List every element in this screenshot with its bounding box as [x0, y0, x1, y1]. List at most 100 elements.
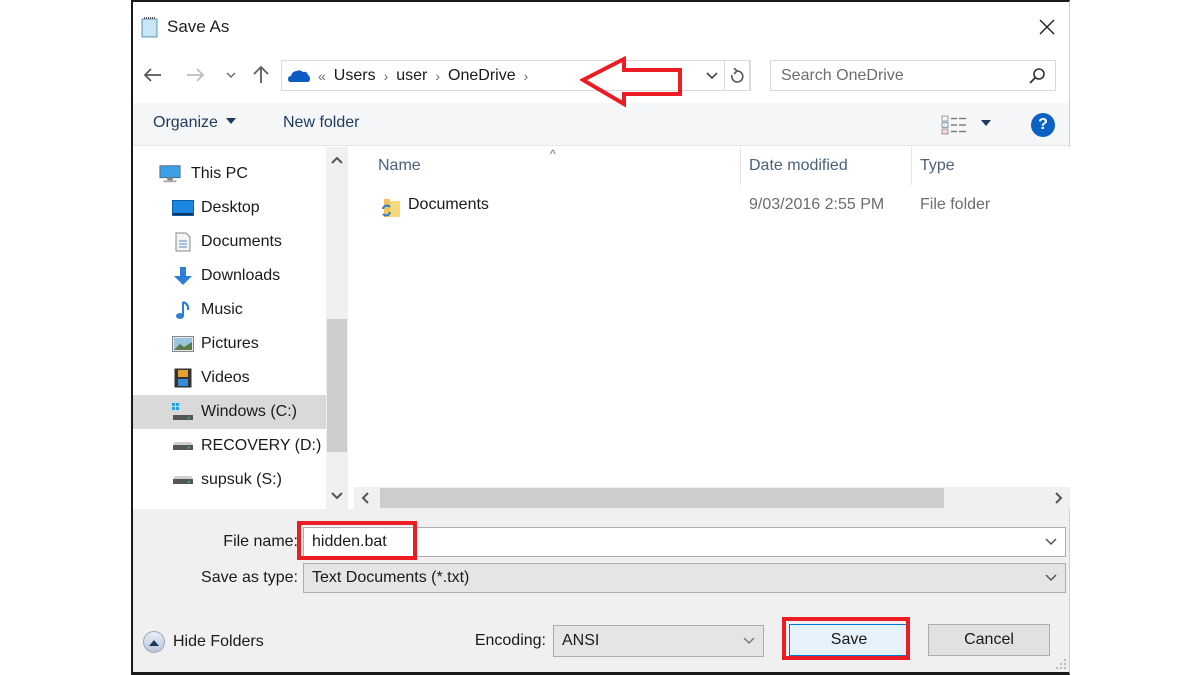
file-list-horizontal-scrollbar[interactable]: [354, 487, 1070, 509]
encoding-dropdown[interactable]: [741, 633, 757, 649]
nav-item-label: Pictures: [201, 335, 259, 352]
onedrive-cloud-icon: [288, 69, 310, 82]
nav-item-this-pc[interactable]: This PC: [133, 157, 326, 191]
address-history-dropdown[interactable]: [701, 60, 723, 91]
breadcrumb-user[interactable]: user: [396, 67, 427, 85]
nav-item-label: Videos: [201, 369, 250, 386]
nav-item-label: Downloads: [201, 267, 281, 284]
onedrive-sync-folder-icon: [382, 199, 400, 217]
nav-item-pictures[interactable]: Pictures: [133, 327, 326, 361]
scroll-right-button[interactable]: [1048, 487, 1070, 509]
arrow-right-icon: [187, 68, 204, 82]
scroll-thumb[interactable]: [327, 319, 347, 452]
computer-icon: [159, 164, 181, 184]
breadcrumb-separator[interactable]: ›: [435, 68, 440, 84]
file-name-field[interactable]: hidden.bat: [303, 527, 1066, 557]
arrow-up-icon: [253, 66, 269, 83]
nav-item-recovery-d[interactable]: RECOVERY (D:): [133, 429, 326, 463]
nav-item-label: This PC: [191, 165, 248, 182]
search-box[interactable]: [770, 60, 1056, 91]
nav-item-documents[interactable]: Documents: [133, 225, 326, 259]
back-button[interactable]: [141, 63, 165, 87]
downloads-icon: [172, 266, 194, 286]
refresh-button[interactable]: [724, 60, 750, 91]
details-view-icon: [941, 115, 966, 135]
refresh-icon: [731, 67, 744, 83]
sort-ascending-icon: ^: [550, 147, 556, 161]
nav-item-videos[interactable]: Videos: [133, 361, 326, 395]
breadcrumb-onedrive[interactable]: OneDrive: [448, 67, 516, 85]
save-options-pane: File name: hidden.bat Save as type: Text…: [133, 509, 1069, 672]
scroll-down-button[interactable]: [326, 485, 348, 507]
navigation-bar: « Users › user › OneDrive ›: [133, 57, 1069, 95]
file-list: ^ Name Date modified Type Documents 9/03…: [354, 147, 1070, 487]
nav-item-label: Desktop: [201, 199, 260, 216]
drive-icon: [172, 436, 194, 456]
save-as-type-value: Text Documents (*.txt): [312, 569, 470, 586]
file-row[interactable]: Documents 9/03/2016 2:55 PM File folder: [354, 193, 1070, 219]
breadcrumb-users[interactable]: Users: [334, 67, 376, 85]
search-input[interactable]: [781, 66, 1011, 85]
command-bar: Organize New folder ?: [133, 103, 1069, 146]
resize-grip-icon[interactable]: [1055, 658, 1067, 670]
save-as-dialog: Save As « Users › user › OneDrive › Sear…: [131, 0, 1070, 675]
file-name-value[interactable]: hidden.bat: [312, 533, 387, 551]
save-button[interactable]: Save: [789, 624, 909, 656]
music-icon: [172, 300, 194, 320]
address-bar[interactable]: « Users › user › OneDrive ›: [281, 60, 751, 91]
hide-folders-label: Hide Folders: [173, 633, 264, 650]
windows-drive-icon: [172, 402, 194, 422]
column-header-name[interactable]: Name: [378, 147, 421, 185]
breadcrumb-separator[interactable]: ›: [524, 68, 529, 84]
encoding-label: Encoding:: [474, 632, 546, 649]
up-button[interactable]: [249, 63, 273, 87]
arrow-left-icon: [144, 68, 161, 82]
nav-item-downloads[interactable]: Downloads: [133, 259, 326, 293]
organize-button[interactable]: Organize: [153, 114, 236, 132]
close-button[interactable]: [1029, 10, 1065, 44]
recent-locations-button[interactable]: [219, 63, 243, 87]
nav-item-supsuk-s[interactable]: supsuk (S:): [133, 463, 326, 497]
file-type: File folder: [920, 196, 991, 213]
forward-button[interactable]: [183, 63, 207, 87]
column-divider[interactable]: [740, 147, 741, 185]
chevron-down-icon: [743, 637, 755, 645]
nav-item-desktop[interactable]: Desktop: [133, 191, 326, 225]
help-button[interactable]: ?: [1031, 113, 1055, 137]
title-bar: Save As: [133, 2, 1069, 52]
encoding-value: ANSI: [562, 632, 600, 649]
chevron-left-icon: [361, 492, 369, 504]
file-name-label: File name:: [223, 533, 298, 550]
nav-item-label: Music: [201, 301, 243, 318]
navigation-pane-scrollbar[interactable]: [326, 147, 348, 509]
desktop-icon: [172, 198, 194, 218]
nav-item-label: RECOVERY (D:): [201, 437, 322, 454]
scroll-up-button[interactable]: [326, 149, 348, 171]
column-header-type[interactable]: Type: [920, 147, 955, 185]
chevron-down-icon: [706, 71, 718, 79]
nav-item-label: Windows (C:): [201, 403, 298, 420]
scroll-thumb[interactable]: [380, 488, 944, 508]
cancel-button[interactable]: Cancel: [928, 624, 1050, 656]
save-as-type-dropdown[interactable]: [1043, 570, 1059, 586]
nav-item-label: Documents: [201, 233, 282, 250]
scroll-left-button[interactable]: [354, 487, 376, 509]
notepad-icon: [141, 17, 158, 38]
encoding-select[interactable]: ANSI: [553, 625, 764, 657]
search-icon[interactable]: [1029, 68, 1045, 84]
nav-item-music[interactable]: Music: [133, 293, 326, 327]
column-divider[interactable]: [911, 147, 912, 185]
breadcrumb-overflow[interactable]: «: [318, 68, 326, 84]
nav-item-windows-c[interactable]: Windows (C:): [133, 395, 326, 429]
file-name-dropdown[interactable]: [1043, 534, 1059, 550]
breadcrumb-separator[interactable]: ›: [384, 68, 389, 84]
column-header-date-modified[interactable]: Date modified: [749, 147, 848, 185]
save-as-type-select[interactable]: Text Documents (*.txt): [303, 563, 1066, 593]
chevron-down-icon: [1045, 574, 1057, 582]
change-view-button[interactable]: [941, 114, 1001, 136]
file-name: Documents: [408, 196, 489, 213]
navigation-pane: This PC Desktop Documents Downloads Musi…: [133, 147, 326, 509]
new-folder-button[interactable]: New folder: [283, 114, 359, 132]
hide-folders-button[interactable]: Hide Folders: [143, 631, 264, 653]
chevron-down-icon: [331, 492, 343, 500]
